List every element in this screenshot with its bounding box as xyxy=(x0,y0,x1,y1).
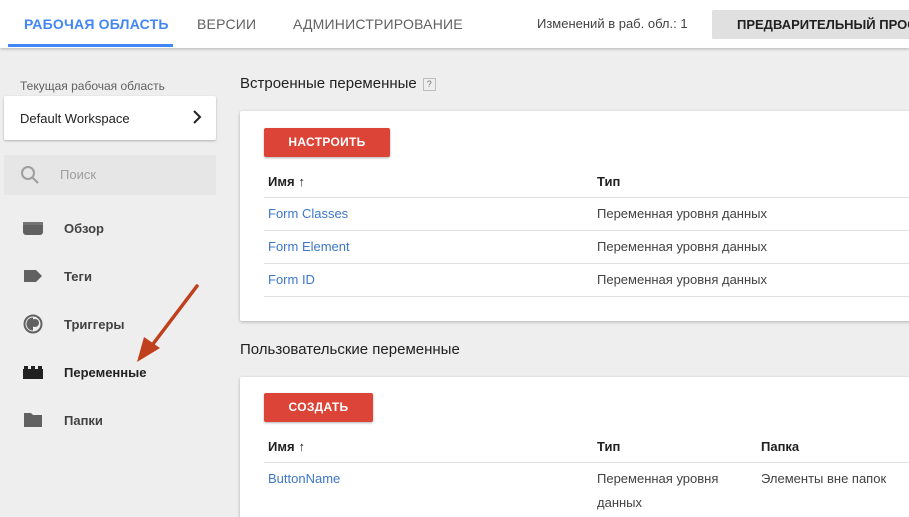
tab-versions[interactable]: Версии xyxy=(197,0,256,48)
table-row: Form Element Переменная уровня данных xyxy=(264,230,909,263)
help-icon[interactable]: ? xyxy=(422,78,436,91)
variable-type: Переменная уровня данных xyxy=(597,272,768,287)
table-row: ButtonName Переменная уровня данных Элем… xyxy=(264,462,909,517)
active-tab-indicator xyxy=(8,44,173,47)
preview-button[interactable]: Предварительный просмотр xyxy=(712,10,909,39)
column-header-name-label: Имя xyxy=(268,439,295,454)
configure-button[interactable]: Настроить xyxy=(264,128,390,157)
workspace-changes-count: Изменений в раб. обл.: 1 xyxy=(537,16,688,31)
tab-admin[interactable]: Администрирование xyxy=(293,0,463,48)
table-row: Form Classes Переменная уровня данных xyxy=(264,197,909,230)
sidebar-search[interactable]: Поиск xyxy=(4,155,216,195)
table-divider xyxy=(264,296,909,297)
tag-icon xyxy=(24,270,42,282)
workspace-selector[interactable]: Default Workspace xyxy=(4,96,216,140)
builtin-variables-heading: Встроенные переменные? xyxy=(240,75,436,92)
workspace-name: Default Workspace xyxy=(20,111,130,126)
create-button[interactable]: Создать xyxy=(264,393,373,422)
builtin-variables-card: Настроить Имя ↑ Тип Form Classes Переменн… xyxy=(240,111,909,321)
trigger-icon xyxy=(23,314,43,334)
variable-type-continued: данных xyxy=(597,495,643,510)
variable-name-link[interactable]: ButtonName xyxy=(268,467,340,491)
column-header-name-label: Имя xyxy=(268,174,295,189)
sidebar-item-label: Папки xyxy=(64,413,103,428)
workspace-label: Текущая рабочая область xyxy=(20,79,165,93)
sidebar-item-overview[interactable]: Обзор xyxy=(4,208,216,248)
sidebar-item-triggers[interactable]: Триггеры xyxy=(4,304,216,344)
variable-type: Переменная уровня данных xyxy=(597,206,768,221)
search-placeholder: Поиск xyxy=(60,167,97,182)
sidebar-item-label: Теги xyxy=(64,269,92,284)
column-header-name[interactable]: Имя ↑ xyxy=(268,174,305,189)
table-row: Form ID Переменная уровня данных xyxy=(264,263,909,296)
sidebar-item-tags[interactable]: Теги xyxy=(4,256,216,296)
column-header-folder[interactable]: Папка xyxy=(761,439,799,454)
sidebar-item-label: Обзор xyxy=(64,221,104,236)
variable-name-link[interactable]: Form ID xyxy=(268,268,315,292)
sort-arrow-up-icon: ↑ xyxy=(298,439,306,454)
search-icon xyxy=(21,166,39,184)
builtin-variables-title: Встроенные переменные xyxy=(240,75,417,92)
chevron-right-icon xyxy=(193,110,202,124)
tab-workspace[interactable]: Рабочая область xyxy=(24,0,169,48)
column-header-type[interactable]: Тип xyxy=(597,439,620,454)
column-header-name[interactable]: Имя ↑ xyxy=(268,439,305,454)
variable-name-link[interactable]: Form Element xyxy=(268,235,350,259)
folder-icon xyxy=(24,413,42,427)
variable-type: Переменная уровня xyxy=(597,471,719,486)
briefcase-icon xyxy=(23,222,43,235)
column-header-type[interactable]: Тип xyxy=(597,174,620,189)
variable-name-link[interactable]: Form Classes xyxy=(268,202,348,226)
custom-variables-card: Создать Имя ↑ Тип Папка ButtonName Переме… xyxy=(240,377,909,517)
custom-variables-title: Пользовательские переменные xyxy=(240,341,460,358)
variable-folder: Элементы вне папок xyxy=(761,471,887,486)
variable-brick-icon xyxy=(23,366,43,379)
top-app-bar: Рабочая область Версии Администрирование… xyxy=(0,0,909,48)
sidebar-item-folders[interactable]: Папки xyxy=(4,400,216,440)
sidebar-item-label: Триггеры xyxy=(64,317,125,332)
sidebar-item-label: Переменные xyxy=(64,365,147,380)
variable-type: Переменная уровня данных xyxy=(597,239,768,254)
sort-arrow-up-icon: ↑ xyxy=(298,174,306,189)
sidebar-item-variables[interactable]: Переменные xyxy=(4,352,216,392)
